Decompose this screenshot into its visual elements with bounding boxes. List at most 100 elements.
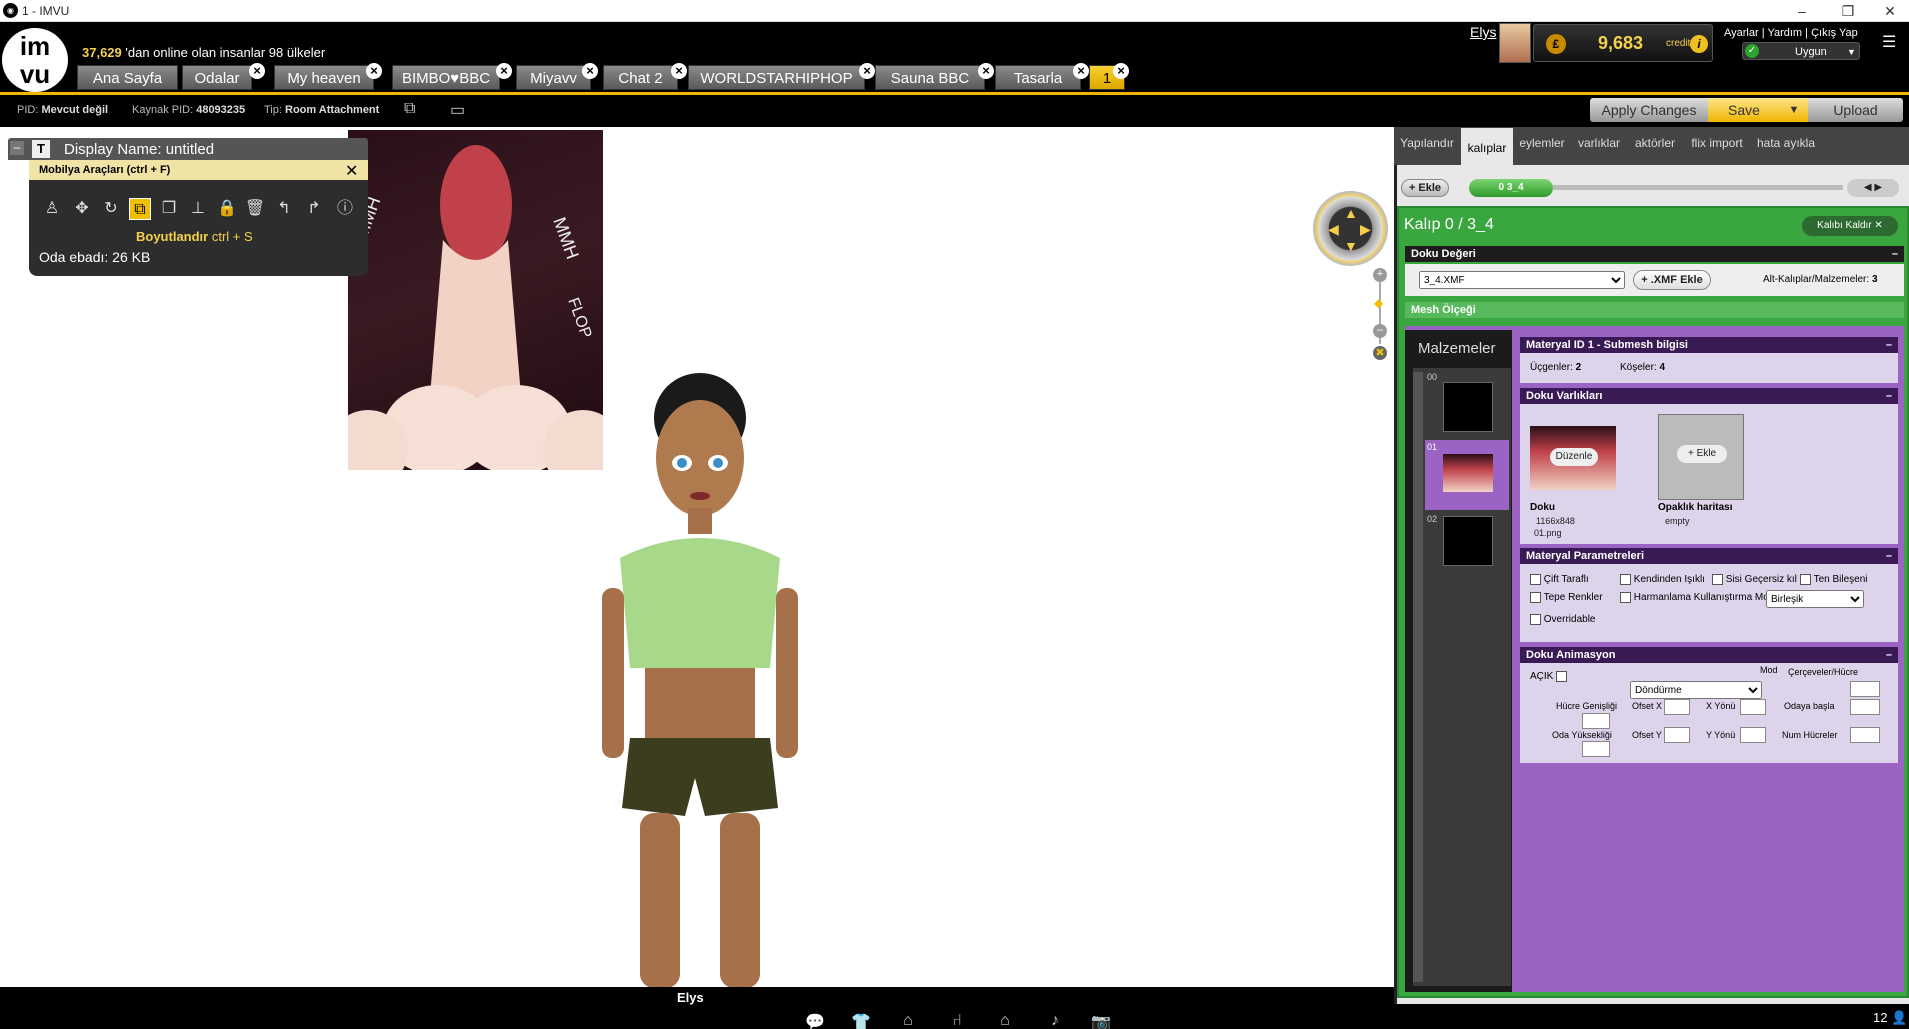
offset-x-input[interactable]	[1664, 699, 1690, 715]
camera-compass[interactable]: ▲ ▼ ◀ ▶	[1313, 191, 1388, 266]
animation-on-checkbox[interactable]	[1556, 671, 1568, 682]
tab-close-icon[interactable]: ×	[366, 63, 382, 79]
frames-per-cell-input[interactable]	[1850, 681, 1880, 697]
text-tool-icon[interactable]: T	[32, 140, 50, 158]
skin-component-option[interactable]: Ten Bileşeni	[1800, 574, 1868, 585]
tab-close-icon[interactable]: ×	[1113, 63, 1129, 79]
top-colors-option[interactable]: Tepe Renkler	[1530, 592, 1603, 603]
mesh-scale-section[interactable]: Mesh Ölçeği	[1405, 302, 1904, 318]
y-direction-input[interactable]	[1740, 727, 1766, 743]
animation-on-option[interactable]: AÇIK	[1530, 671, 1568, 682]
self-lit-checkbox[interactable]	[1620, 574, 1631, 585]
cell-width-input[interactable]	[1582, 713, 1610, 729]
display-name-bar[interactable]: – T Display Name: untitled	[8, 138, 368, 160]
tab-my-heaven[interactable]: My heaven	[274, 65, 374, 90]
tab-tasarla[interactable]: Tasarla	[995, 65, 1081, 90]
reset-view-icon[interactable]: ✖	[1373, 346, 1387, 360]
zoom-in-icon[interactable]: +	[1373, 268, 1387, 282]
tab-yapilandir[interactable]: Yapılandır	[1396, 127, 1458, 165]
edit-texture-button[interactable]: Düzenle	[1550, 448, 1598, 466]
num-cells-input[interactable]	[1850, 727, 1880, 743]
tab-close-icon[interactable]: ×	[249, 63, 265, 79]
tab-close-icon[interactable]: ×	[582, 63, 598, 79]
material-slot-00[interactable]	[1443, 382, 1493, 432]
tab-chat-2[interactable]: Chat 2	[603, 65, 678, 90]
texture-thumbnail[interactable]: Düzenle	[1530, 426, 1616, 490]
tab-sauna-bbc[interactable]: Sauna BBC	[875, 65, 985, 90]
windows-icon[interactable]: ⧉	[404, 100, 415, 118]
music-note-icon[interactable]: ♪	[1044, 1012, 1066, 1029]
restore-icon[interactable]: ❐	[1826, 0, 1870, 22]
info-icon[interactable]: ⓘ	[334, 198, 356, 220]
tab-close-icon[interactable]: ×	[671, 63, 687, 79]
top-colors-checkbox[interactable]	[1530, 592, 1541, 603]
blend-checkbox[interactable]	[1620, 592, 1631, 603]
tab-hata-ayikla[interactable]: hata ayıkla	[1751, 127, 1821, 165]
undo-icon[interactable]: ↰	[273, 198, 295, 220]
overridable-checkbox[interactable]	[1530, 614, 1541, 625]
tab-close-icon[interactable]: ×	[496, 63, 512, 79]
arrow-down-icon[interactable]: ▼	[1344, 238, 1358, 254]
rotate-tool-icon[interactable]: ↻	[100, 198, 122, 220]
zoom-slider[interactable]: + ◆ – ✖	[1370, 268, 1390, 368]
avatar-figure[interactable]	[590, 368, 810, 988]
mesh-select[interactable]: 3_4.XMF	[1419, 271, 1625, 289]
chair-icon[interactable]: ⑁	[946, 1012, 968, 1029]
ekle-button[interactable]: + Ekle	[1401, 179, 1449, 197]
self-lit-option[interactable]: Kendinden Işıklı	[1620, 574, 1705, 585]
pattern-scrollbar[interactable]	[1553, 185, 1843, 190]
avatar-thumbnail[interactable]	[1499, 23, 1531, 63]
tab-close-icon[interactable]: ×	[978, 63, 994, 79]
tab-odalar[interactable]: Odalar	[182, 65, 252, 90]
zoom-thumb-icon[interactable]: ◆	[1374, 296, 1383, 310]
remove-pattern-button[interactable]: Kalıbı Kaldır ✕	[1802, 216, 1898, 236]
username-link[interactable]: Elys	[1470, 24, 1496, 40]
camera-icon[interactable]: 📷	[1090, 1012, 1112, 1029]
skin-component-checkbox[interactable]	[1800, 574, 1811, 585]
upload-button[interactable]: Upload	[1808, 98, 1903, 122]
save-button[interactable]: Save	[1708, 98, 1780, 122]
move-tool-icon[interactable]: ✥	[71, 198, 93, 220]
save-menu-chevron-icon[interactable]: ▼	[1780, 98, 1808, 122]
menu-icon[interactable]: ☰	[1882, 32, 1902, 51]
redo-icon[interactable]: ↱	[303, 198, 325, 220]
offset-y-input[interactable]	[1664, 727, 1690, 743]
tab-close-icon[interactable]: ×	[1073, 63, 1089, 79]
x-direction-input[interactable]	[1740, 699, 1766, 715]
tab-aktorler[interactable]: aktörler	[1628, 127, 1682, 165]
imvu-logo[interactable]: im vu	[2, 28, 68, 92]
status-dropdown[interactable]: ✓ Uygun ▼	[1742, 42, 1860, 60]
zoom-out-icon[interactable]: –	[1373, 324, 1387, 338]
home-icon[interactable]: ⌂	[994, 1012, 1016, 1029]
arrow-right-icon[interactable]: ▶	[1360, 221, 1371, 238]
logout-link[interactable]: Çıkış Yap	[1811, 27, 1858, 39]
credits-box[interactable]: ₤ 9,683 credits i	[1533, 24, 1713, 62]
materials-scrollbar[interactable]	[1413, 372, 1423, 982]
close-window-icon[interactable]: ✕	[1868, 0, 1909, 22]
pattern-chip[interactable]: 0 3_4	[1469, 179, 1553, 197]
arrow-up-icon[interactable]: ▲	[1344, 205, 1358, 221]
cell-height-input[interactable]	[1582, 741, 1610, 757]
hanger-icon[interactable]: ⌂	[897, 1012, 919, 1029]
material-slot-01-selected[interactable]: 01	[1425, 440, 1509, 510]
chat-bubble-icon[interactable]: 💬	[804, 1012, 826, 1029]
tab-eylemler[interactable]: eylemler	[1514, 127, 1570, 165]
overridable-option[interactable]: Overridable	[1530, 614, 1595, 625]
apply-changes-button[interactable]: Apply Changes	[1590, 98, 1708, 122]
pattern-nav-arrows-icon[interactable]: ◀ ▶	[1847, 179, 1899, 197]
settings-link[interactable]: Ayarlar	[1724, 27, 1759, 39]
avatar-tool-icon[interactable]: ♙	[41, 198, 63, 220]
resize-tool-icon[interactable]: ⧉	[129, 198, 151, 220]
participant-count[interactable]: 12 👤	[1873, 1010, 1907, 1026]
material-slot-02[interactable]	[1443, 516, 1493, 566]
start-input[interactable]	[1850, 699, 1880, 715]
blend-mode-select[interactable]: Birleşik	[1766, 590, 1864, 608]
tab-varliklar[interactable]: varlıklar	[1572, 127, 1626, 165]
fog-override-option[interactable]: Sisi Geçersiz kıl	[1712, 574, 1797, 585]
double-sided-checkbox[interactable]	[1530, 574, 1541, 585]
add-xmf-button[interactable]: + .XMF Ekle	[1633, 270, 1711, 290]
help-link[interactable]: Yardım	[1767, 27, 1802, 39]
room-attachment-image[interactable]: MMH MMH FLOP	[348, 130, 603, 470]
floor-tool-icon[interactable]: ⊥	[187, 198, 209, 220]
opacity-map-slot[interactable]: + Ekle	[1658, 414, 1744, 500]
